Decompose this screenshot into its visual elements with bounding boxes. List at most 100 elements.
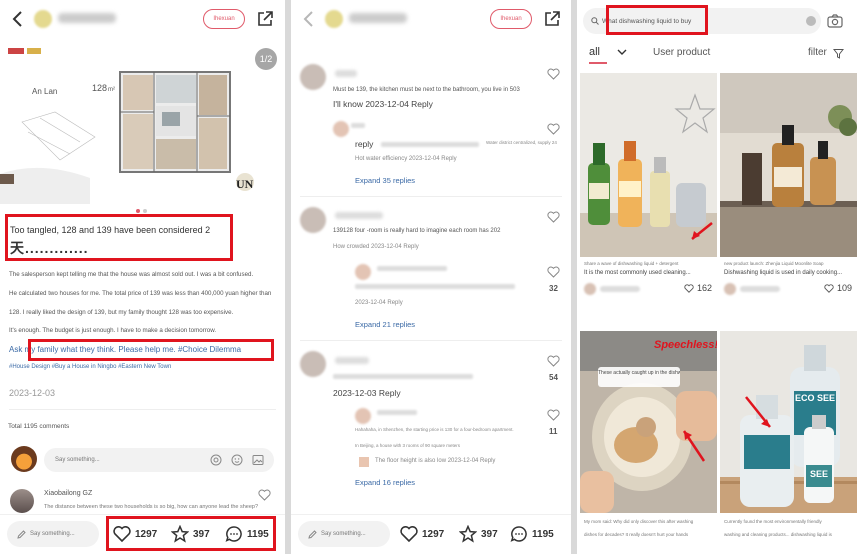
card-title: dishes for decades? It really doesn't hu… [584,532,689,537]
action-bar: Say something... 1297 397 1195 [0,514,285,554]
reply-meta[interactable]: Hot water efficiency 2023-12-04 Reply [355,156,457,162]
reply-avatar[interactable] [355,408,371,424]
heart-icon[interactable] [547,68,560,80]
card-author-name[interactable] [600,286,640,292]
commenter-avatar[interactable] [300,351,326,377]
note-title: Too tangled, 128 and 139 have been consi… [10,224,220,255]
like-count: 11 [549,427,558,436]
reply-text: Hahahaha, in Shenzhen, the starting pric… [355,427,514,432]
comment-reply-meta[interactable]: I'll know 2023-12-04 Reply [333,99,433,109]
author-avatar[interactable] [325,10,343,28]
heart-icon[interactable] [258,489,271,501]
heart-icon[interactable] [547,355,560,367]
search-results-panel: What dishwashing liquid to buy all User … [577,0,861,554]
result-card[interactable]: Share a wave of dishwashing liquid + det… [580,73,717,298]
expand-replies-link[interactable]: Expand 16 replies [355,478,415,487]
reply-name [351,123,365,128]
card-like-button[interactable]: 109 [824,283,852,293]
reply-avatar[interactable] [333,121,349,137]
card-title: Dishwashing liquid is used in daily cook… [724,270,843,276]
commenter-name[interactable] [335,212,383,219]
commenter-avatar[interactable] [300,64,326,90]
reply-avatar[interactable] [355,264,371,280]
back-icon[interactable] [10,10,24,28]
heart-icon[interactable] [547,409,560,421]
author-name[interactable] [58,13,116,23]
my-avatar [11,446,37,472]
heart-icon [824,283,834,293]
filter-button[interactable]: filter [808,47,827,58]
like-count: 32 [549,284,558,293]
commenter-name[interactable] [335,70,357,77]
highlight-box-tagline [28,339,274,361]
result-card[interactable]: ECO SEE SEE Currently found the most env… [720,331,857,537]
action-bar: Say something... 1297 397 1195 [291,514,571,554]
card-author-avatar[interactable] [584,283,596,295]
comment-text-blur [333,374,473,379]
say-something-label: Say something... [30,531,75,537]
comment-text: 139128 four -room is really hard to imag… [333,228,501,234]
page-indicator: 1/2 [255,48,277,70]
reply-meta[interactable]: 2023-12-04 Reply [355,300,403,306]
card-title: It is the most commonly used cleaning... [584,270,691,276]
comment-text: Must be 139, the kitchen must be next to… [333,87,520,93]
comment-meta[interactable]: How crowded 2023-12-04 Reply [333,244,419,250]
follow-button[interactable]: Ihexuan [490,9,532,29]
card-image [720,73,857,257]
card-author-avatar[interactable] [724,283,736,295]
filter-icon[interactable] [833,48,844,59]
share-icon[interactable] [256,10,274,28]
floorplan-image[interactable]: An Lan 128 m² UN 1/2 [0,42,285,204]
reply-text-blur [381,142,479,147]
result-card[interactable]: Speechless! These actually caught up in … [580,331,717,537]
commenter-name[interactable] [335,357,369,364]
svg-text:m²: m² [108,87,115,93]
tab-user-product[interactable]: User product [653,47,710,58]
card-author-name[interactable] [740,286,780,292]
say-something-input[interactable]: Say something... [7,521,99,547]
card-like-count: 162 [696,283,712,293]
heart-icon[interactable] [547,123,560,135]
reply-meta[interactable]: The floor height is also low 2023-12-04 … [375,458,495,464]
result-card[interactable]: new product launch: Zhenjia Liquid Moonl… [720,73,857,298]
back-icon[interactable] [301,10,315,28]
say-something-input[interactable]: Say something... [298,521,390,547]
heart-icon[interactable] [547,211,560,223]
share-icon[interactable] [543,10,561,28]
at-icon[interactable] [210,454,222,466]
hashtags[interactable]: #House Design #Buy a House in Ningbo #Ea… [9,364,171,370]
chevron-down-icon[interactable] [617,48,627,56]
heart-icon[interactable] [547,266,560,278]
camera-icon[interactable] [827,14,843,28]
reply-name [377,410,417,415]
like-button[interactable]: 1297 [400,525,444,543]
author-avatar[interactable] [34,10,52,28]
comment-meta[interactable]: 2023-12-03 Reply [333,388,401,398]
star-icon [459,525,477,543]
emoji-icon[interactable] [231,454,243,466]
reply-emoji [359,457,369,467]
note-header: Ihexuan [0,0,285,38]
commenter-avatar[interactable] [300,207,326,233]
tab-all[interactable]: all [589,46,600,58]
comment-input[interactable]: Say something... [44,448,274,472]
commenter-avatar[interactable] [10,489,34,513]
note-detail-panel: Ihexuan An Lan 128 m² UN 1/2 Too tangled… [0,0,285,554]
expand-replies-link[interactable]: Expand 21 replies [355,320,415,329]
comment-button[interactable]: 1195 [510,525,554,543]
divider [9,409,276,410]
pen-icon [17,529,26,539]
follow-button[interactable]: Ihexuan [203,9,245,29]
card-like-button[interactable]: 162 [684,283,712,293]
expand-replies-link[interactable]: Expand 35 replies [355,176,415,185]
image-icon[interactable] [252,454,264,466]
clear-icon[interactable] [806,16,816,26]
tab-indicator [589,62,607,64]
author-name[interactable] [349,13,407,23]
like-count: 54 [549,373,558,382]
card-product-label: ECO SEE [794,393,835,403]
comment-bubble-icon [510,526,527,542]
commenter-name[interactable]: Xiaobailong GZ [44,490,92,497]
collect-button[interactable]: 397 [459,525,498,543]
floorplan-drawing: An Lan 128 m² UN [0,48,254,204]
